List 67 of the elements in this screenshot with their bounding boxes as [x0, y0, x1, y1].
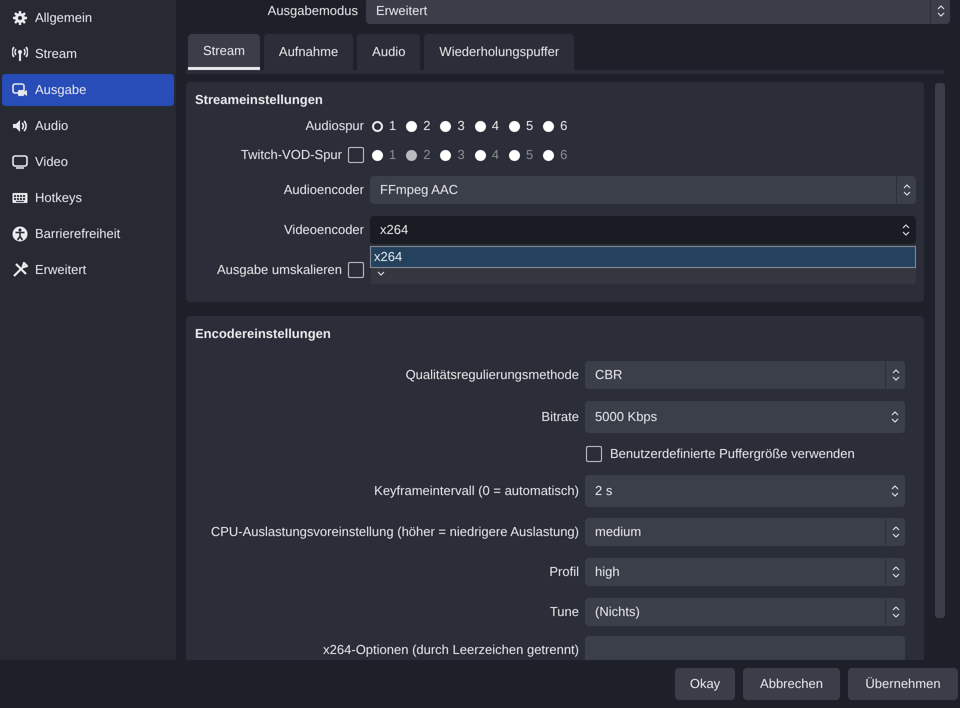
spin-arrows-icon [891, 485, 899, 497]
field-label: Ausgabemodus [266, 2, 359, 20]
select-box[interactable]: medium [585, 518, 905, 546]
antenna-icon [12, 46, 28, 62]
scrollbar-thumb[interactable] [935, 83, 945, 618]
checkbox[interactable] [586, 446, 602, 462]
updown-icon [902, 184, 910, 196]
field-label: Videoencoder [284, 221, 364, 240]
field-label: Profil [549, 563, 579, 582]
sidebar-item[interactable]: Video [2, 146, 174, 178]
gear-icon [12, 10, 28, 26]
sidebar-item[interactable]: Barrierefreiheit [2, 218, 174, 250]
spin-box[interactable]: 5000 Kbps [585, 401, 905, 433]
select-box[interactable]: FFmpeg AAC [370, 176, 916, 204]
keyboard-icon [12, 190, 28, 206]
select-box[interactable]: (Nichts) [585, 598, 905, 626]
tab[interactable]: Stream [188, 34, 260, 70]
field-label: Audioencoder [284, 181, 364, 200]
updown-icon [892, 369, 900, 381]
updown-icon [936, 5, 944, 17]
tab[interactable]: Wiederholungspuffer [424, 34, 574, 70]
checkbox-label[interactable]: Benutzerdefinierte Puffergröße verwenden [610, 444, 855, 464]
radio-option[interactable]: 1 [370, 116, 396, 136]
dialog-button[interactable]: Übernehmen [848, 668, 958, 700]
tab[interactable]: Aufnahme [264, 34, 354, 70]
updown-icon [892, 526, 900, 538]
sidebar-item[interactable]: Erweitert [2, 254, 174, 286]
field-label: Keyframeintervall (0 = automatisch) [374, 482, 579, 500]
tools-icon [12, 262, 28, 278]
sidebar-item[interactable]: Stream [2, 38, 174, 70]
input-field[interactable] [585, 636, 905, 660]
section-title: Streameinstellungen [194, 91, 324, 110]
section-title: Encodereinstellungen [194, 325, 332, 344]
field-label: Tune [550, 603, 579, 622]
radio-option[interactable]: 4 [472, 116, 499, 136]
monitor-icon [12, 154, 28, 170]
select-box[interactable]: CBR [585, 361, 905, 389]
tab[interactable]: Audio [357, 34, 420, 70]
radio-option[interactable]: 5 [506, 116, 534, 136]
updown-icon [892, 566, 900, 578]
dialog-button[interactable]: Abbrechen [743, 668, 840, 700]
screen-camera-icon [12, 82, 28, 98]
field-label: Twitch-VOD-Spur [240, 146, 342, 164]
output-mode-select[interactable]: Erweitert [366, 0, 950, 24]
field-label: x264-Optionen (durch Leerzeichen getrennt) [323, 641, 579, 660]
select-box[interactable]: x264 [370, 216, 916, 244]
field-label: CPU-Auslastungsvoreinstellung (höher = niedrigere Auslastung) [210, 523, 579, 542]
spin-arrows-icon [891, 411, 899, 423]
sidebar-item[interactable]: Hotkeys [2, 182, 174, 214]
figure-circle-icon [12, 226, 28, 242]
dropdown-item[interactable]: x264 [371, 247, 915, 267]
field-label: Qualitätsregulierungsmethode [406, 366, 579, 384]
radio-option[interactable]: 3 [438, 116, 465, 136]
sidebar-item[interactable]: Audio [2, 110, 174, 142]
field-label: Ausgabe umskalieren [216, 261, 342, 280]
speaker-icon [12, 118, 28, 134]
field-label: Bitrate [541, 408, 579, 426]
spin-box[interactable]: 2 s [585, 475, 905, 507]
sidebar-item[interactable]: Allgemein [2, 2, 174, 34]
radio-option[interactable]: 2 [404, 116, 430, 136]
field-label: Audiospur [305, 117, 364, 136]
sidebar-item[interactable]: Ausgabe [2, 74, 174, 106]
updown-icon [902, 224, 910, 236]
radio-option[interactable]: 6 [541, 116, 568, 136]
dialog-button[interactable]: Okay [675, 668, 735, 700]
select-box[interactable]: high [585, 558, 905, 586]
updown-icon [892, 606, 900, 618]
